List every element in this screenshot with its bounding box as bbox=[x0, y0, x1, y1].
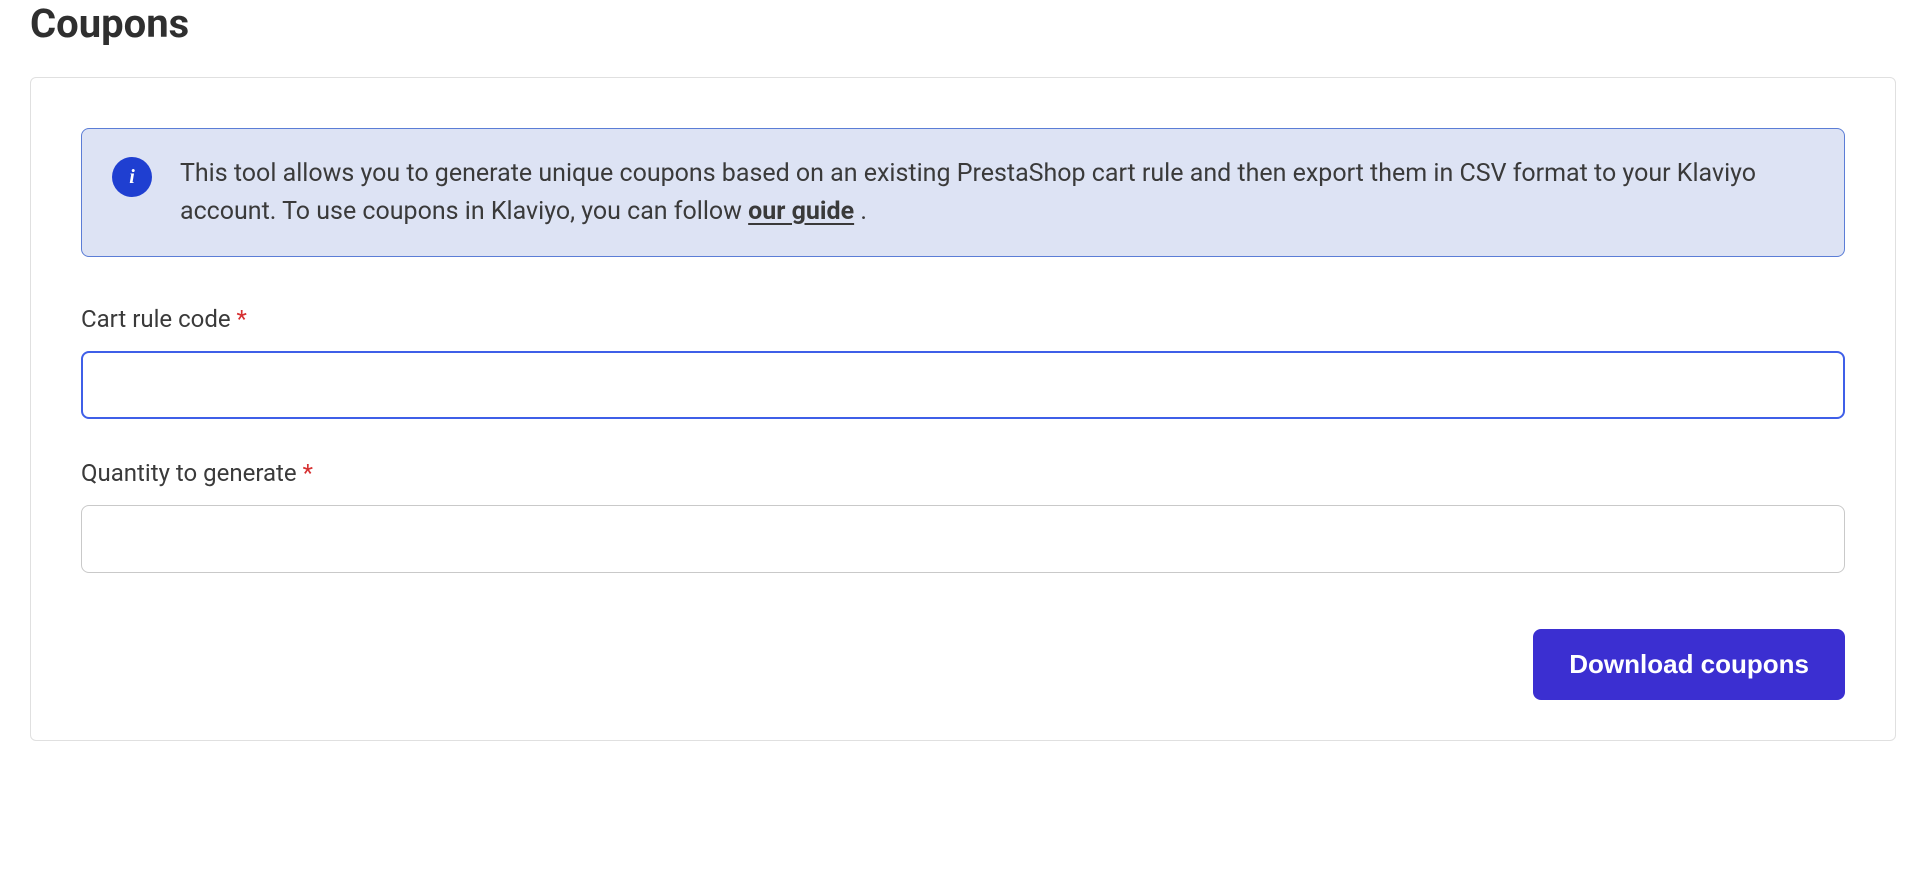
info-banner: i This tool allows you to generate uniqu… bbox=[81, 128, 1845, 257]
info-icon: i bbox=[112, 157, 152, 197]
info-guide-link[interactable]: our guide bbox=[748, 197, 854, 226]
required-mark: * bbox=[303, 459, 313, 487]
page-title: Coupons bbox=[30, 0, 1896, 47]
coupons-card: i This tool allows you to generate uniqu… bbox=[30, 77, 1896, 741]
quantity-input[interactable] bbox=[81, 505, 1845, 573]
required-mark: * bbox=[237, 305, 247, 333]
actions-row: Download coupons bbox=[81, 629, 1845, 700]
info-icon-glyph: i bbox=[129, 166, 135, 189]
quantity-group: Quantity to generate * bbox=[81, 459, 1845, 573]
download-coupons-button[interactable]: Download coupons bbox=[1533, 629, 1845, 700]
cart-rule-label-text: Cart rule code bbox=[81, 305, 231, 333]
info-text-before: This tool allows you to generate unique … bbox=[180, 159, 1756, 226]
info-text: This tool allows you to generate unique … bbox=[180, 155, 1814, 230]
cart-rule-input[interactable] bbox=[81, 351, 1845, 419]
info-text-after: . bbox=[860, 197, 867, 226]
cart-rule-label: Cart rule code * bbox=[81, 305, 1845, 333]
quantity-label: Quantity to generate * bbox=[81, 459, 1845, 487]
cart-rule-group: Cart rule code * bbox=[81, 305, 1845, 419]
quantity-label-text: Quantity to generate bbox=[81, 459, 297, 487]
